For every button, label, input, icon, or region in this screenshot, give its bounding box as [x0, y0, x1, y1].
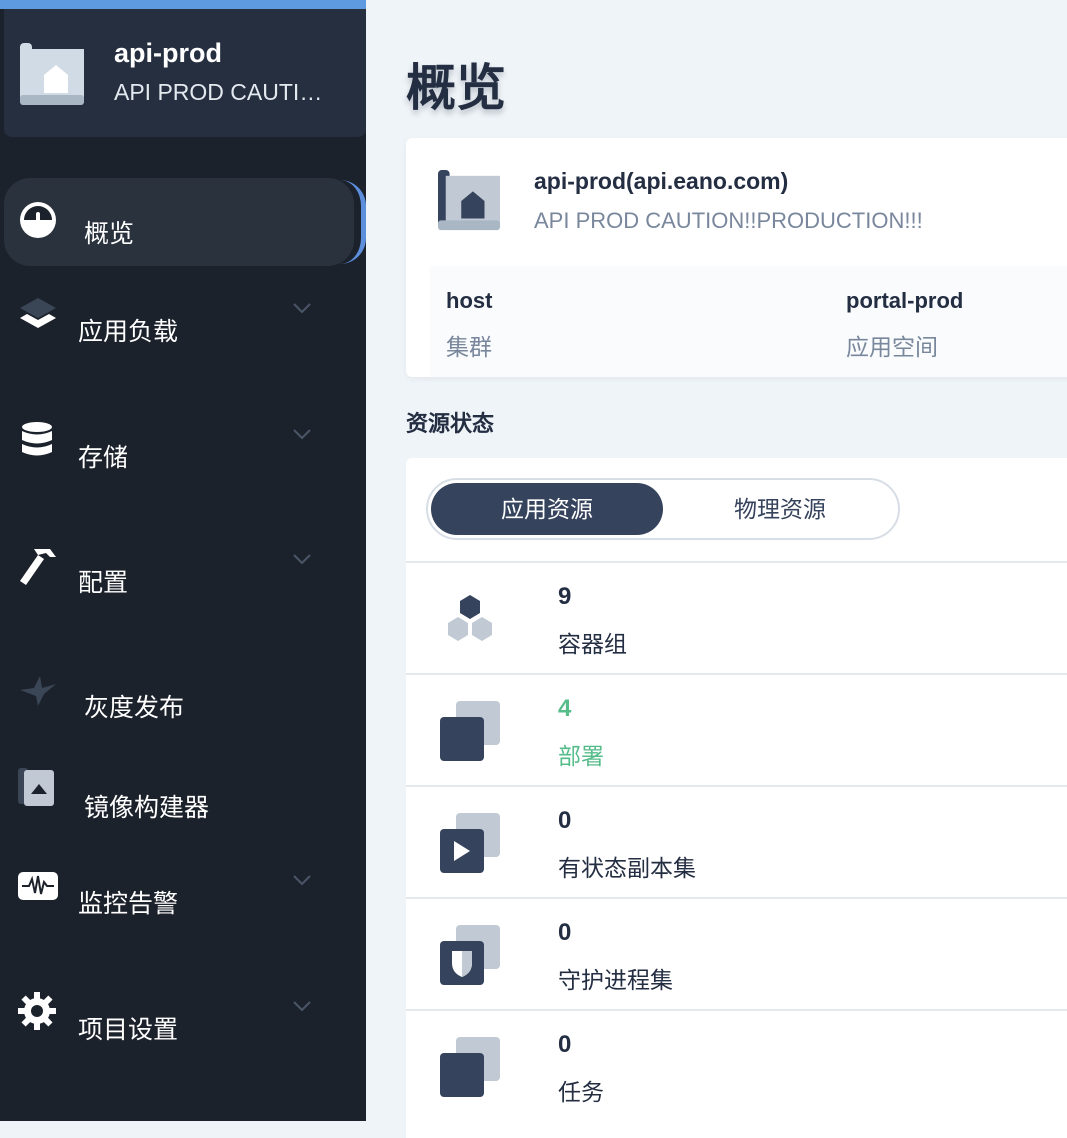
chevron-down-icon[interactable] [290, 296, 314, 320]
deployments-label: 部署 [558, 743, 604, 769]
resource-row-jobs[interactable]: 0 任务 [406, 1009, 1067, 1123]
resource-status-heading: 资源状态 [406, 411, 495, 436]
image-builder-icon [18, 768, 54, 806]
chevron-down-icon[interactable] [290, 868, 314, 892]
project-name: api-prod [114, 38, 222, 68]
jobs-label: 任务 [558, 1079, 604, 1105]
sidebar-item-workloads[interactable]: 应用负载 [0, 284, 366, 372]
sidebar-item-label: 应用负载 [78, 318, 179, 346]
sidebar-item-label: 镜像构建器 [84, 794, 210, 822]
statefulsets-label: 有状态副本集 [558, 855, 696, 881]
gear-icon [18, 992, 56, 1030]
sidebar-item-image-builder[interactable]: 镜像构建器 [0, 760, 366, 848]
resource-row-pods[interactable]: 9 容器组 [406, 561, 1067, 675]
sidebar-item-storage[interactable]: 存储 [0, 410, 366, 498]
daemonsets-count: 0 [558, 919, 572, 946]
database-icon [22, 422, 52, 456]
bird-icon [20, 676, 56, 706]
sidebar-item-label: 存储 [78, 444, 129, 472]
deployment-icon [440, 701, 500, 761]
deployments-count: 4 [558, 695, 572, 722]
jobs-count: 0 [558, 1031, 572, 1058]
tab-physical-resources[interactable]: 物理资源 [664, 483, 896, 535]
project-switcher[interactable]: api-prod API PROD CAUTION!!PRODUCTION!!! [4, 9, 366, 137]
sidebar-item-config[interactable]: 配置 [0, 535, 366, 623]
statefulsets-count: 0 [558, 807, 572, 834]
chevron-down-icon[interactable] [290, 547, 314, 571]
cluster-label: 集群 [446, 334, 492, 360]
sidebar-item-label: 配置 [78, 569, 129, 597]
pods-icon [448, 595, 492, 641]
sidebar-item-grayscale-release[interactable]: 灰度发布 [0, 660, 366, 748]
sidebar-item-label: 监控告警 [78, 890, 179, 918]
chevron-down-icon[interactable] [290, 994, 314, 1018]
pods-label: 容器组 [558, 631, 627, 657]
cluster-value: host [446, 288, 493, 313]
project-title: api-prod(api.eano.com) [534, 168, 789, 194]
job-icon [440, 1037, 500, 1097]
hammer-icon [20, 549, 56, 585]
workspace-value: portal-prod [846, 288, 964, 313]
sidebar-item-label: 概览 [84, 220, 135, 248]
layers-icon [20, 298, 56, 328]
sidebar: api-prod API PROD CAUTION!!PRODUCTION!!!… [0, 0, 366, 1121]
resource-status-card: 应用资源 物理资源 9 容器组 4 部署 0 有状态副本集 0 守护进程集 0 … [406, 458, 1067, 1138]
sidebar-item-label: 项目设置 [78, 1016, 179, 1044]
tab-app-resources[interactable]: 应用资源 [431, 483, 663, 535]
statefulset-icon [440, 813, 500, 873]
resource-row-daemonsets[interactable]: 0 守护进程集 [406, 897, 1067, 1011]
project-description: API PROD CAUTION!!PRODUCTION!!! [114, 79, 334, 105]
sidebar-top-bar [0, 0, 366, 9]
monitor-pulse-icon [18, 872, 58, 900]
project-icon [438, 170, 500, 231]
page-title: 概览 [406, 60, 506, 116]
project-info-card: api-prod(api.eano.com) API PROD CAUTION!… [406, 138, 1067, 377]
resource-tabs: 应用资源 物理资源 [426, 478, 900, 540]
project-details: host 集群 portal-prod 应用空间 [430, 266, 1067, 377]
sidebar-item-monitoring[interactable]: 监控告警 [0, 856, 366, 944]
active-item-indicator [340, 180, 366, 264]
daemonset-icon [440, 925, 500, 985]
pods-count: 9 [558, 583, 572, 610]
resource-row-deployments[interactable]: 4 部署 [406, 673, 1067, 787]
sidebar-item-project-settings[interactable]: 项目设置 [0, 982, 366, 1070]
workspace-label: 应用空间 [846, 334, 938, 360]
sidebar-item-overview[interactable]: 概览 [0, 178, 366, 266]
resource-row-statefulsets[interactable]: 0 有状态副本集 [406, 785, 1067, 899]
chevron-down-icon[interactable] [290, 422, 314, 446]
dashboard-icon [20, 202, 56, 238]
project-description: API PROD CAUTION!!PRODUCTION!!! [534, 208, 923, 233]
sidebar-item-label: 灰度发布 [84, 694, 185, 722]
main-content: 概览 api-prod(api.eano.com) API PROD CAUTI… [366, 0, 1067, 1138]
project-icon [20, 43, 84, 105]
daemonsets-label: 守护进程集 [558, 967, 673, 993]
